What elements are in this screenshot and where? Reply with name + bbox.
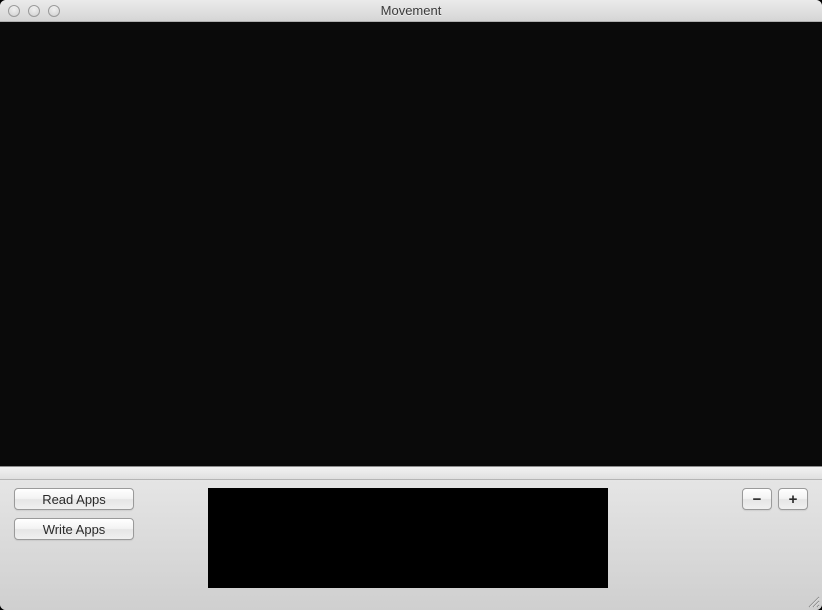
resize-grip[interactable] bbox=[806, 594, 820, 608]
panel-divider bbox=[0, 466, 822, 480]
titlebar[interactable]: Movement bbox=[0, 0, 822, 22]
preview-area[interactable] bbox=[208, 488, 608, 588]
main-canvas-area[interactable] bbox=[0, 22, 822, 466]
window-title: Movement bbox=[381, 3, 442, 18]
add-button[interactable]: + bbox=[778, 488, 808, 510]
minus-icon: − bbox=[753, 492, 762, 507]
bottom-panel: Read Apps Write Apps − + bbox=[0, 480, 822, 610]
app-window: Movement Read Apps Write Apps − + bbox=[0, 0, 822, 610]
left-button-group: Read Apps Write Apps bbox=[14, 488, 134, 540]
right-button-group: − + bbox=[742, 488, 808, 510]
read-apps-button[interactable]: Read Apps bbox=[14, 488, 134, 510]
zoom-window-button[interactable] bbox=[48, 5, 60, 17]
plus-icon: + bbox=[789, 492, 798, 507]
traffic-lights bbox=[0, 5, 60, 17]
close-window-button[interactable] bbox=[8, 5, 20, 17]
write-apps-button[interactable]: Write Apps bbox=[14, 518, 134, 540]
remove-button[interactable]: − bbox=[742, 488, 772, 510]
minimize-window-button[interactable] bbox=[28, 5, 40, 17]
